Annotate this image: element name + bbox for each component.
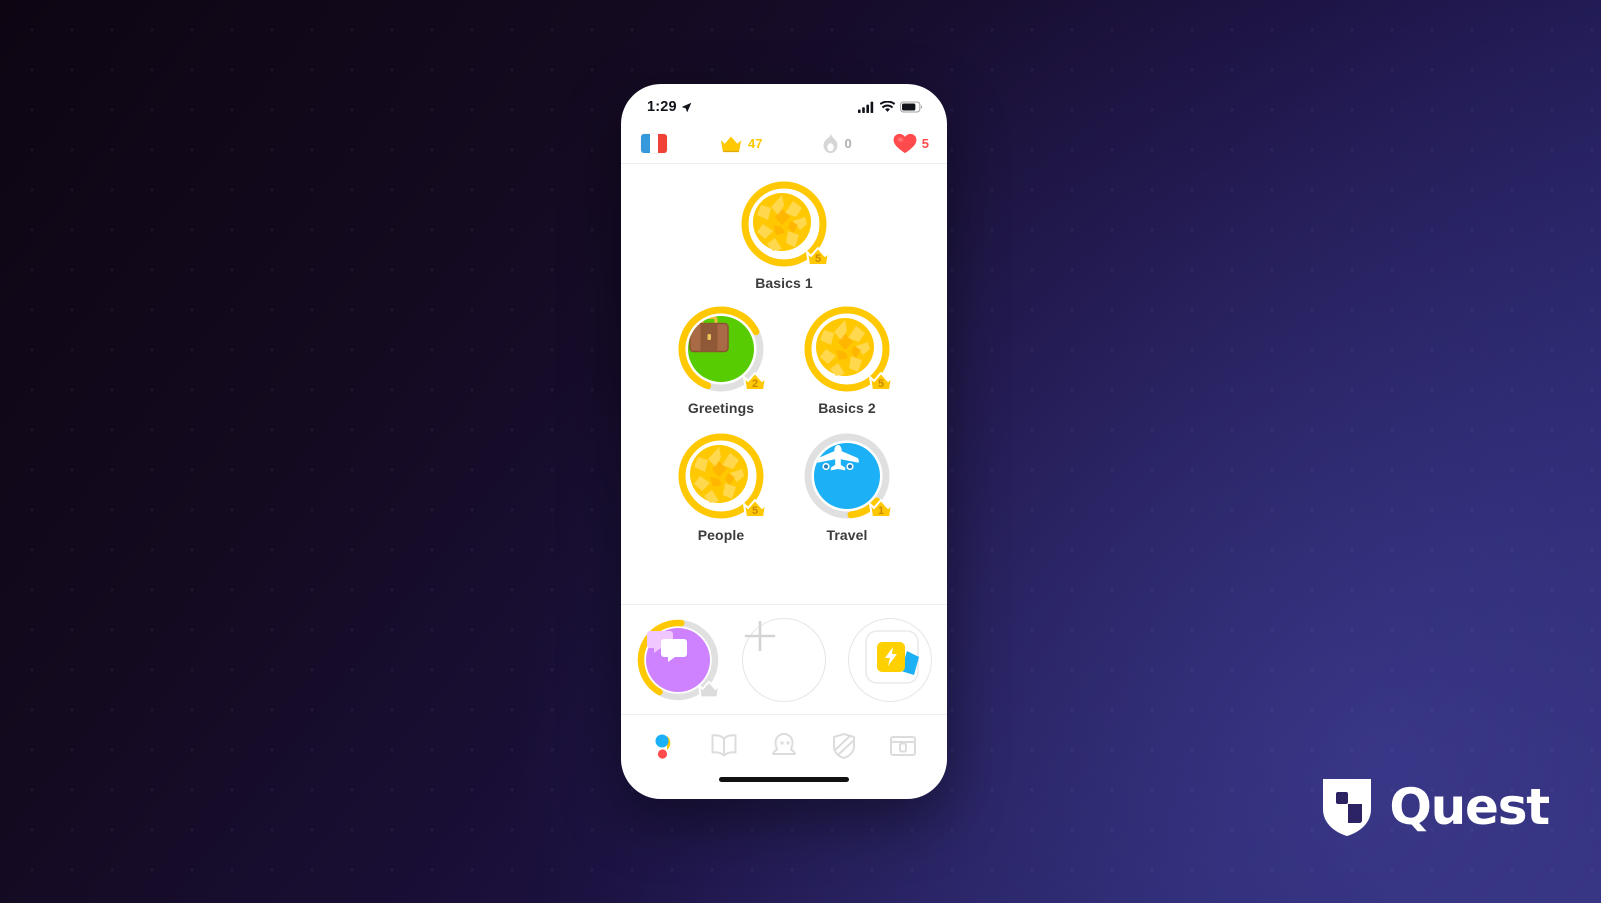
- crown-badge: 1: [867, 496, 895, 520]
- heart-icon: [893, 133, 917, 154]
- phone-mockup: 1:29 47 0 5 5 Basics 1 2 Greetings 5 Bas…: [621, 84, 947, 799]
- skill-ring: 5: [677, 432, 767, 520]
- treasure-chest-icon: [890, 736, 917, 756]
- status-bar-indicators: [858, 101, 923, 113]
- skill-row: 2 Greetings 5 Basics 2: [621, 305, 947, 416]
- nav-item-leagues[interactable]: [822, 726, 866, 766]
- crown-level: 5: [751, 505, 759, 517]
- action-buttons-row: [621, 605, 947, 715]
- crown-badge: 5: [741, 496, 769, 520]
- hearts-stat[interactable]: 5: [893, 133, 929, 154]
- screenshot-canvas: 1:29 47 0 5 5 Basics 1 2 Greetings 5 Bas…: [0, 0, 1601, 903]
- nav-item-learn[interactable]: [643, 726, 687, 766]
- app-header-stats: 47 0 5: [621, 124, 947, 164]
- crown-level: 5: [877, 378, 885, 390]
- skill-ring: 5: [803, 305, 893, 393]
- status-bar: 1:29: [621, 84, 947, 124]
- nav-item-chests[interactable]: [881, 726, 925, 766]
- crown-icon: [698, 680, 720, 698]
- book-icon: [711, 734, 737, 757]
- streak-stat[interactable]: 0: [822, 133, 852, 154]
- skill-node-people[interactable]: 5 People: [668, 432, 774, 543]
- airplane-icon: [817, 445, 859, 471]
- battery-icon: [900, 101, 923, 113]
- crown-badge: 5: [804, 244, 832, 268]
- crown-badge: 2: [741, 369, 769, 393]
- cellular-signal-icon: [858, 101, 874, 113]
- skill-label: Greetings: [687, 400, 755, 416]
- hearts-value: 5: [921, 136, 929, 151]
- quest-logo: Quest: [1319, 776, 1550, 838]
- crown-level: 5: [814, 253, 822, 265]
- flashcards-lightning-icon: [863, 629, 929, 693]
- flag-france-icon: [641, 134, 667, 153]
- quest-wordmark: Quest: [1389, 778, 1550, 836]
- skill-label: People: [697, 527, 745, 543]
- crown-level: 2: [751, 378, 759, 390]
- nav-item-stories[interactable]: [702, 726, 746, 766]
- location-arrow-icon: [681, 102, 692, 112]
- crown-badge-grey: [696, 678, 722, 700]
- conversation-practice-button[interactable]: [636, 618, 720, 702]
- skill-row: 5 Basics 1: [621, 180, 947, 291]
- skill-node-basics-2[interactable]: 5 Basics 2: [794, 305, 900, 416]
- skill-ring: 5: [740, 180, 830, 268]
- shield-icon: [832, 733, 855, 759]
- skill-tree: 5 Basics 1 2 Greetings 5 Basics 2 5 Peop…: [621, 164, 947, 605]
- skill-label: Basics 2: [818, 400, 876, 416]
- flashcards-button[interactable]: [848, 617, 932, 702]
- wifi-icon: [880, 101, 895, 112]
- streak-flame-icon: [824, 133, 838, 154]
- skill-ring: 1: [803, 432, 893, 520]
- skill-label: Basics 1: [755, 275, 813, 291]
- briefcase-icon: [689, 316, 729, 353]
- crowns-value: 47: [748, 136, 763, 151]
- skill-ring: 2: [677, 305, 767, 393]
- plus-icon: [744, 620, 776, 651]
- skill-label: Travel: [826, 527, 868, 543]
- character-icon: [772, 733, 796, 755]
- bottom-navigation: [621, 715, 947, 777]
- crown-icon: [720, 136, 742, 153]
- quest-shield-logo-icon: [1323, 779, 1372, 836]
- skill-row: 5 People 1 Travel: [621, 432, 947, 543]
- skill-node-basics-1[interactable]: 5 Basics 1: [731, 180, 837, 291]
- add-skill-button[interactable]: [742, 617, 826, 702]
- language-selector[interactable]: [641, 134, 667, 153]
- home-indicator: [621, 777, 947, 799]
- crowns-stat[interactable]: 47: [719, 134, 762, 153]
- status-bar-time: 1:29: [647, 99, 677, 115]
- crown-badge: 5: [867, 369, 895, 393]
- learn-dots-icon: [655, 734, 671, 759]
- skill-node-greetings[interactable]: 2 Greetings: [668, 305, 774, 416]
- speech-bubbles-icon: [647, 630, 687, 662]
- crown-level: 1: [877, 505, 885, 517]
- nav-item-profile[interactable]: [762, 726, 806, 766]
- status-bar-time-group: 1:29: [647, 99, 692, 115]
- skill-node-travel[interactable]: 1 Travel: [794, 432, 900, 543]
- streak-value: 0: [844, 136, 852, 151]
